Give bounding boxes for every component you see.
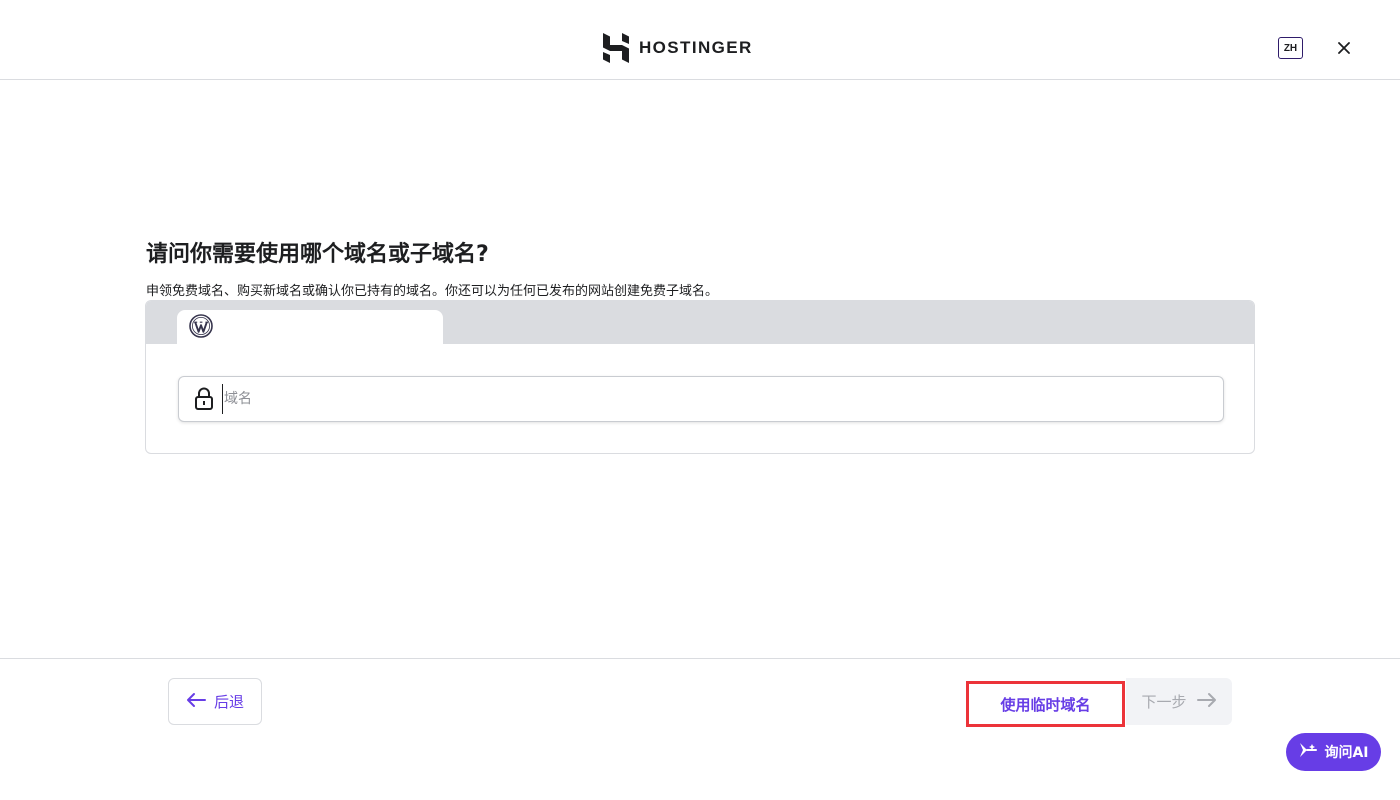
tab-wordpress[interactable] — [177, 310, 443, 345]
back-button[interactable]: 后退 — [168, 678, 262, 725]
use-temporary-domain-button[interactable]: 使用临时域名 — [966, 681, 1125, 727]
domain-card — [145, 300, 1255, 454]
domain-input-wrapper — [178, 376, 1224, 422]
back-button-label: 后退 — [213, 693, 244, 711]
temporary-domain-label: 使用临时域名 — [1000, 695, 1091, 714]
language-button[interactable]: ZH — [1278, 37, 1303, 59]
top-header: HOSTINGER ZH — [0, 0, 1400, 80]
brand-name: HOSTINGER — [639, 38, 753, 57]
page-subtitle: 申领免费域名、购买新域名或确认你已持有的域名。你还可以为任何已发布的网站创建免费… — [146, 284, 719, 299]
close-button[interactable] — [1334, 38, 1354, 58]
ask-ai-label: 询问AI — [1324, 745, 1369, 761]
wordpress-icon — [189, 313, 213, 342]
page-title: 请问你需要使用哪个域名或子域名? — [146, 242, 489, 267]
lock-icon — [194, 387, 214, 411]
arrow-left-icon — [186, 692, 206, 712]
hostinger-logo-icon — [603, 33, 629, 63]
ai-sparkle-icon — [1298, 741, 1318, 763]
hostinger-logo[interactable]: HOSTINGER — [603, 33, 753, 63]
platform-tab-bar — [146, 301, 1254, 345]
footer-divider — [0, 658, 1400, 659]
close-icon — [1338, 39, 1350, 58]
domain-input[interactable] — [222, 384, 1202, 414]
next-button[interactable]: 下一步 — [1126, 678, 1232, 725]
next-button-label: 下一步 — [1141, 693, 1187, 711]
arrow-right-icon — [1196, 692, 1217, 712]
ask-ai-button[interactable]: 询问AI — [1286, 733, 1381, 771]
